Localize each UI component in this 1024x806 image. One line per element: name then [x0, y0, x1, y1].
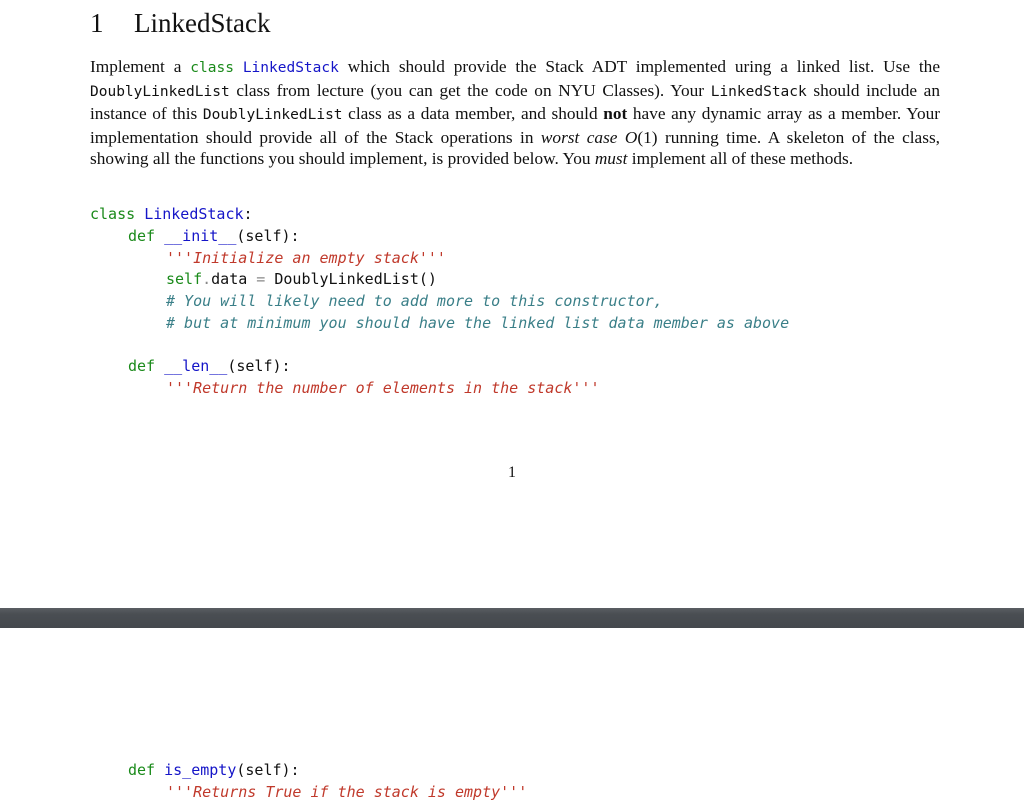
text: which should provide the Stack ADT imple…	[338, 57, 940, 76]
equals: =	[247, 270, 275, 288]
colon: :	[243, 205, 253, 223]
comment: # You will likely need to add more to th…	[166, 292, 663, 310]
code-doubly-linked-list: DoublyLinkedList	[90, 83, 230, 100]
class-name: LinkedStack	[144, 205, 244, 223]
code-line-len-docstring: '''Return the number of elements in the …	[166, 378, 599, 399]
code-line-class: class LinkedStack:	[90, 204, 253, 225]
docstring: '''Initialize an empty stack'''	[166, 249, 446, 267]
comment: # but at minimum you should have the lin…	[166, 314, 790, 332]
text: class from lecture (you can get the code…	[229, 80, 711, 100]
text: Implement a	[90, 57, 191, 76]
text: implement all of these methods.	[627, 149, 854, 169]
dot: .	[202, 270, 212, 288]
code-doubly-linked-list: DoublyLinkedList	[202, 107, 343, 124]
text: class as a data member, and should	[342, 104, 604, 124]
constructor-call: DoublyLinkedList()	[274, 270, 437, 288]
italic-worst-case: worst case O	[540, 127, 638, 147]
code-line-init-docstring: '''Initialize an empty stack'''	[166, 248, 446, 269]
page-2: def is_empty(self): '''Returns True if t…	[0, 628, 1024, 806]
docstring: '''Return the number of elements in the …	[166, 379, 600, 397]
docstring: '''Returns True if the stack is empty'''	[166, 783, 528, 801]
function-name: __init__	[164, 227, 237, 245]
code-line-comment-1: # You will likely need to add more to th…	[166, 291, 663, 312]
section-number: 1	[90, 8, 104, 38]
self-ref: self	[166, 270, 203, 288]
def-keyword: def	[128, 227, 156, 245]
code-line-def-len: def __len__(self):	[128, 356, 291, 377]
code-line-assign: self.data = DoublyLinkedList()	[166, 269, 437, 290]
signature: (self):	[227, 357, 291, 375]
signature: (self):	[236, 227, 300, 245]
bold-not: not	[603, 104, 628, 124]
section-heading: 1 LinkedStack	[90, 8, 270, 39]
function-name: is_empty	[164, 761, 237, 779]
def-keyword: def	[128, 761, 156, 779]
code-line-comment-2: # but at minimum you should have the lin…	[166, 313, 789, 334]
def-keyword: def	[128, 357, 156, 375]
italic-must: must	[594, 149, 628, 169]
attribute: data	[211, 270, 248, 288]
page-separator	[0, 608, 1024, 628]
section-title: LinkedStack	[134, 8, 271, 38]
code-class-keyword: class	[190, 60, 234, 76]
class-keyword: class	[90, 205, 136, 223]
instructions-paragraph: Implement a class LinkedStack which shou…	[90, 56, 940, 170]
signature: (self):	[236, 761, 300, 779]
code-line-def-init: def __init__(self):	[128, 226, 300, 247]
page-1: 1 LinkedStack Implement a class LinkedSta…	[0, 0, 1024, 608]
page-number: 1	[508, 464, 516, 481]
code-class-name: LinkedStack	[242, 60, 339, 76]
code-line-def-is-empty: def is_empty(self):	[128, 760, 300, 781]
function-name: __len__	[164, 357, 228, 375]
code-linked-stack: LinkedStack	[710, 83, 807, 100]
code-line-is-empty-docstring: '''Returns True if the stack is empty'''	[166, 782, 527, 803]
